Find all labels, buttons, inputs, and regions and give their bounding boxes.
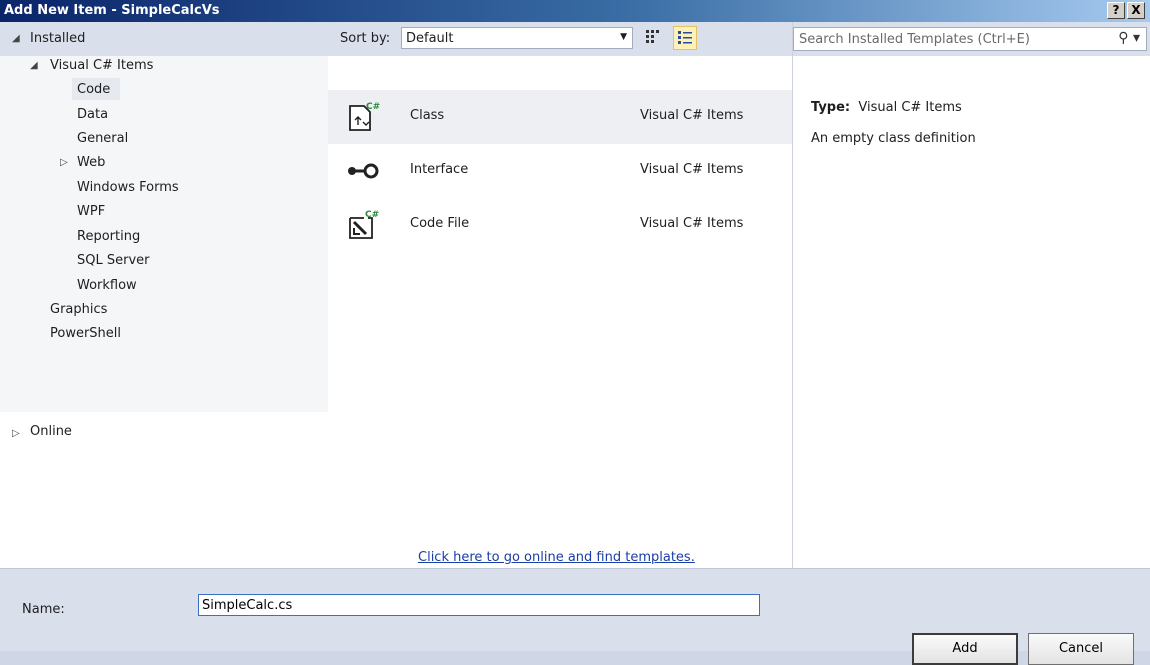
template-name: Class — [410, 108, 445, 123]
template-category: Visual C# Items — [640, 108, 744, 123]
sort-by-label: Sort by: — [340, 31, 391, 46]
add-new-item-dialog: ◢ Installed ◢ Visual C# Items Code Data … — [0, 22, 1150, 665]
tree-item-web[interactable]: Web — [77, 155, 105, 170]
template-name: Code File — [410, 216, 470, 231]
template-tree: ◢ Installed ◢ Visual C# Items Code Data … — [0, 22, 329, 568]
window-title: Add New Item - SimpleCalcVs — [4, 3, 220, 18]
title-bar: Add New Item - SimpleCalcVs ? X — [0, 0, 1150, 22]
cancel-button[interactable]: Cancel — [1028, 633, 1134, 665]
add-button[interactable]: Add — [912, 633, 1018, 665]
find-templates-online-link[interactable]: Click here to go online and find templat… — [418, 550, 695, 565]
medium-icons-view-button[interactable] — [641, 26, 665, 50]
type-line: Type: Visual C# Items — [811, 100, 962, 115]
tree-installed-body: ◢ Visual C# Items Code Data General ▷ We… — [0, 56, 328, 412]
expanded-triangle-icon[interactable]: ◢ — [30, 60, 38, 71]
interface-template-icon — [348, 163, 379, 179]
templates-list: C# Class Visual C# Items Interface Visua… — [328, 56, 792, 568]
details-panel: ⚲ ▾ Type: Visual C# Items An empty class… — [792, 22, 1150, 568]
csharp-badge: C# — [366, 102, 380, 112]
tree-item-sql-server[interactable]: SQL Server — [77, 253, 150, 268]
tree-item-installed[interactable]: Installed — [30, 31, 85, 46]
close-button[interactable]: X — [1127, 2, 1145, 19]
type-label: Type: — [811, 100, 851, 115]
tree-item-workflow[interactable]: Workflow — [77, 278, 137, 293]
code-file-template-icon: C# — [349, 210, 379, 239]
class-template-icon: C# — [349, 102, 380, 131]
sort-by-dropdown[interactable]: Default ▼ — [401, 27, 633, 49]
grid-view-icon — [646, 30, 659, 43]
list-view-button[interactable] — [673, 26, 697, 50]
help-button[interactable]: ? — [1107, 2, 1125, 19]
name-field[interactable] — [198, 594, 760, 616]
search-box[interactable]: ⚲ ▾ — [793, 27, 1147, 51]
collapsed-triangle-icon[interactable]: ▷ — [60, 157, 68, 168]
template-row-interface[interactable]: Interface Visual C# Items — [328, 144, 792, 198]
chevron-down-icon: ▼ — [620, 32, 627, 42]
csharp-badge: C# — [365, 210, 379, 220]
template-category: Visual C# Items — [640, 162, 744, 177]
sort-by-value: Default — [406, 31, 454, 46]
expanded-triangle-icon[interactable]: ◢ — [12, 33, 20, 44]
template-name: Interface — [410, 162, 469, 177]
list-view-icon — [678, 31, 692, 44]
tree-item-data[interactable]: Data — [77, 107, 108, 122]
template-category: Visual C# Items — [640, 216, 744, 231]
tree-item-graphics[interactable]: Graphics — [50, 302, 107, 317]
search-bar: ⚲ ▾ — [793, 22, 1150, 56]
tree-item-visual-csharp-items[interactable]: Visual C# Items — [50, 58, 153, 73]
template-row-class[interactable]: C# Class Visual C# Items — [328, 90, 792, 144]
tree-item-code[interactable]: Code — [77, 82, 110, 97]
bottom-bar: Name: Add Cancel — [0, 568, 1150, 665]
template-row-code-file[interactable]: C# Code File Visual C# Items — [328, 198, 792, 252]
tree-item-reporting[interactable]: Reporting — [77, 229, 140, 244]
search-input[interactable] — [795, 29, 1103, 49]
tree-item-general[interactable]: General — [77, 131, 128, 146]
search-icon[interactable]: ⚲ ▾ — [1118, 30, 1140, 46]
tree-item-online[interactable]: Online — [30, 424, 72, 439]
tree-installed-header[interactable]: ◢ Installed — [0, 22, 328, 56]
sort-toolbar: Sort by: Default ▼ — [328, 22, 792, 56]
collapsed-triangle-icon[interactable]: ▷ — [12, 428, 20, 439]
name-label: Name: — [22, 602, 65, 617]
type-value: Visual C# Items — [858, 100, 962, 115]
tree-item-wpf[interactable]: WPF — [77, 204, 105, 219]
tree-item-powershell[interactable]: PowerShell — [50, 326, 121, 341]
template-description: An empty class definition — [811, 131, 976, 146]
tree-item-windows-forms[interactable]: Windows Forms — [77, 180, 179, 195]
